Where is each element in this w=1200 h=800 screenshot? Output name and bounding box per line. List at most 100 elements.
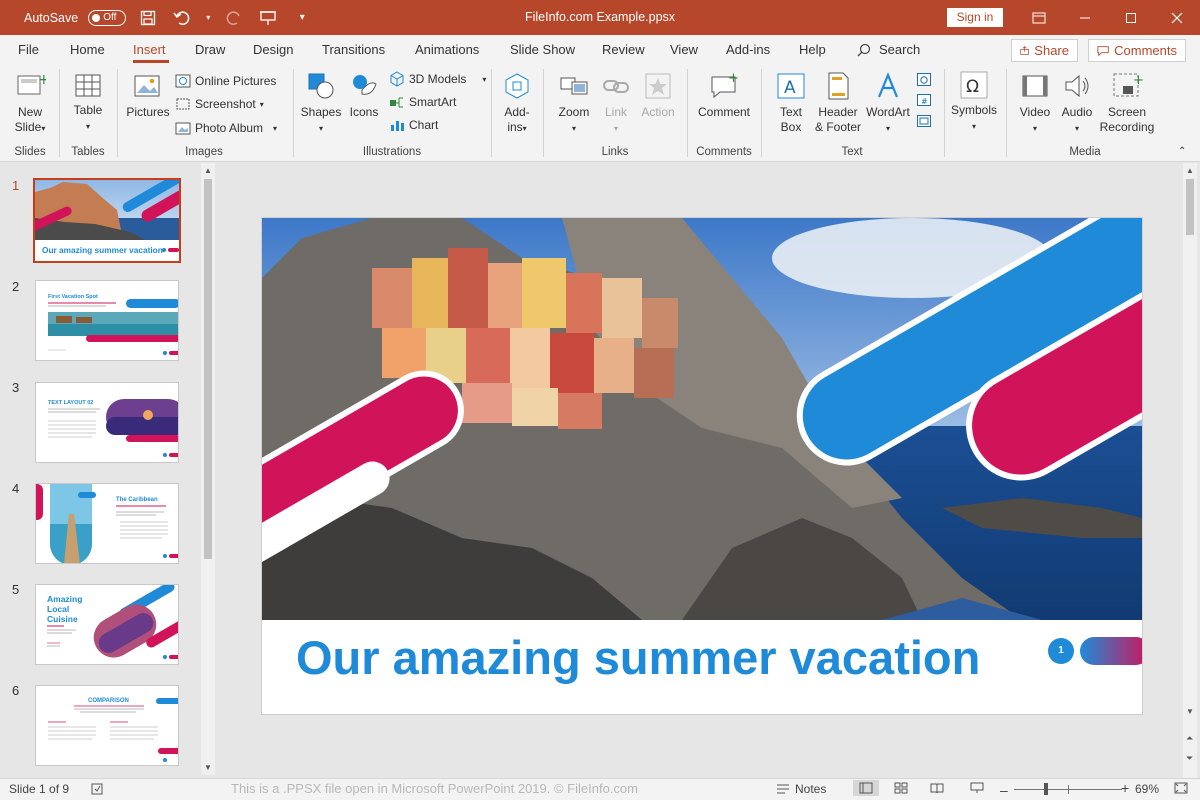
slide-title[interactable]: Our amazing summer vacation — [296, 630, 980, 685]
ribbon-display-options-icon[interactable] — [1016, 0, 1062, 35]
symbols-button[interactable]: Ω Symbols ▾ — [950, 70, 998, 134]
close-icon[interactable] — [1154, 0, 1200, 35]
group-label-slides: Slides — [14, 146, 46, 158]
zoom-slider-thumb[interactable] — [1044, 783, 1048, 795]
thumbnails-scrollbar[interactable]: ▲ ▼ — [201, 163, 215, 775]
wordart-button[interactable]: WordArt ▾ — [864, 70, 912, 136]
tab-insert[interactable]: Insert — [133, 42, 166, 57]
slide-thumbnail[interactable]: Amazing Local Cuisine — [35, 584, 179, 665]
tab-view[interactable]: View — [670, 42, 698, 57]
video-button[interactable]: Video ▾ — [1015, 70, 1055, 136]
slide-sorter-icon[interactable] — [894, 782, 908, 794]
link-button[interactable]: Link ▾ — [598, 70, 634, 136]
object-button[interactable] — [916, 111, 932, 131]
redo-icon[interactable] — [222, 6, 246, 30]
search-icon — [857, 43, 871, 56]
tab-transitions[interactable]: Transitions — [322, 42, 385, 57]
table-button[interactable]: Table ▾ — [70, 70, 106, 134]
tab-file[interactable]: File — [18, 42, 39, 57]
tab-draw[interactable]: Draw — [195, 42, 225, 57]
group-separator — [761, 69, 762, 157]
online-pictures-button[interactable]: Online Pictures — [175, 71, 276, 91]
sign-in-button[interactable]: Sign in — [947, 8, 1003, 27]
tab-home[interactable]: Home — [70, 42, 105, 57]
svg-text:Local: Local — [47, 604, 69, 614]
smartart-button[interactable]: SmartArt — [389, 92, 456, 112]
add-ins-button[interactable]: Add- ins▾ — [498, 70, 536, 136]
previous-slide-icon[interactable]: ⏶ — [1186, 733, 1193, 744]
slide-show-icon[interactable] — [970, 782, 984, 794]
group-separator — [117, 69, 118, 157]
undo-dropdown-icon[interactable]: ▾ — [204, 6, 212, 30]
slide-number-button[interactable]: # — [916, 90, 932, 110]
zoom-button[interactable]: Zoom ▾ — [555, 70, 593, 136]
audio-button[interactable]: Audio ▾ — [1057, 70, 1097, 136]
header-footer-button[interactable]: Header & Footer — [812, 70, 864, 135]
undo-icon[interactable] — [170, 6, 194, 30]
new-slide-button[interactable]: + New Slide▾ — [10, 70, 50, 136]
zoom-out-icon[interactable]: – — [1000, 782, 1008, 798]
pictures-button[interactable]: Pictures — [124, 70, 172, 120]
screen-recording-icon: + — [1113, 73, 1143, 97]
3d-models-button[interactable]: 3D Models ▾ — [389, 69, 486, 89]
tab-help[interactable]: Help — [799, 42, 826, 57]
current-slide[interactable]: Our amazing summer vacation 1 — [262, 218, 1142, 714]
normal-view-icon[interactable] — [853, 780, 879, 796]
photo-album-button[interactable]: Photo Album ▾ — [175, 118, 277, 138]
thumbnail-preview: TEXT LAYOUT 02 — [48, 399, 178, 457]
comments-button[interactable]: Comments — [1088, 39, 1186, 62]
minimize-icon[interactable] — [1062, 0, 1108, 35]
chevron-down-icon: ▾ — [318, 124, 323, 133]
slide-scrollbar[interactable]: ▲ ▼ ⏶ ⏷ — [1183, 163, 1197, 778]
text-box-button[interactable]: A Text Box — [772, 70, 810, 135]
zoom-level[interactable]: 69% — [1135, 782, 1159, 796]
scroll-down-icon[interactable]: ▼ — [1186, 707, 1194, 716]
zoom-in-icon[interactable]: + — [1121, 780, 1129, 796]
scroll-up-icon[interactable]: ▲ — [1186, 166, 1194, 175]
text-box-label: Text Box — [779, 105, 802, 134]
online-pictures-label: Online Pictures — [195, 74, 277, 88]
search-box[interactable]: Search — [857, 42, 920, 57]
fit-slide-icon[interactable] — [1174, 782, 1188, 794]
icons-button[interactable]: Icons — [346, 70, 382, 120]
smartart-label: SmartArt — [409, 95, 457, 109]
tab-add-ins[interactable]: Add-ins — [726, 42, 770, 57]
thumb-number: 5 — [12, 582, 20, 597]
scrollbar-thumb[interactable] — [204, 179, 212, 559]
thumb-title: TEXT LAYOUT 02 — [48, 400, 93, 406]
autosave-toggle[interactable]: Off — [88, 9, 127, 26]
slide-thumbnail[interactable]: First Vacation Spot — [35, 280, 179, 361]
slide-thumbnail[interactable]: TEXT LAYOUT 02 — [35, 382, 179, 463]
share-icon — [1020, 46, 1029, 55]
chart-button[interactable]: Chart — [389, 115, 438, 135]
tab-review[interactable]: Review — [602, 42, 645, 57]
present-icon[interactable] — [256, 6, 280, 30]
slide-thumbnail[interactable]: The Caribbean — [35, 483, 179, 564]
comment-button[interactable]: + Comment — [694, 70, 754, 120]
tab-design[interactable]: Design — [253, 42, 293, 57]
customize-toolbar-icon[interactable]: ▾ — [290, 6, 314, 30]
action-button[interactable]: Action — [638, 70, 678, 120]
tab-slide-show[interactable]: Slide Show — [510, 42, 575, 57]
slide-thumbnail[interactable]: Our amazing summer vacation — [33, 178, 181, 263]
save-icon[interactable] — [136, 6, 160, 30]
scrollbar-thumb[interactable] — [1186, 179, 1194, 235]
accessibility-icon[interactable] — [90, 782, 104, 796]
next-slide-icon[interactable]: ⏷ — [1186, 753, 1193, 764]
shapes-button[interactable]: Shapes ▾ — [300, 70, 342, 136]
maximize-icon[interactable] — [1108, 0, 1154, 35]
tab-animations[interactable]: Animations — [415, 42, 479, 57]
collapse-ribbon-icon[interactable]: ⌃ — [1178, 141, 1186, 161]
slide-thumbnail[interactable]: COMPARISON — [35, 685, 179, 766]
notes-button[interactable]: Notes — [776, 782, 826, 796]
screenshot-button[interactable]: Screenshot ▾ — [175, 94, 264, 114]
reading-view-icon[interactable] — [930, 782, 944, 794]
scroll-up-icon[interactable]: ▲ — [204, 166, 212, 175]
scroll-down-icon[interactable]: ▼ — [204, 763, 212, 772]
slide-counter[interactable]: Slide 1 of 9 — [9, 782, 69, 796]
screen-recording-button[interactable]: + Screen Recording — [1098, 70, 1156, 135]
svg-text:+: + — [1133, 73, 1143, 88]
date-time-button[interactable] — [916, 69, 932, 89]
share-button[interactable]: Share — [1011, 39, 1078, 62]
group-separator — [293, 69, 294, 157]
